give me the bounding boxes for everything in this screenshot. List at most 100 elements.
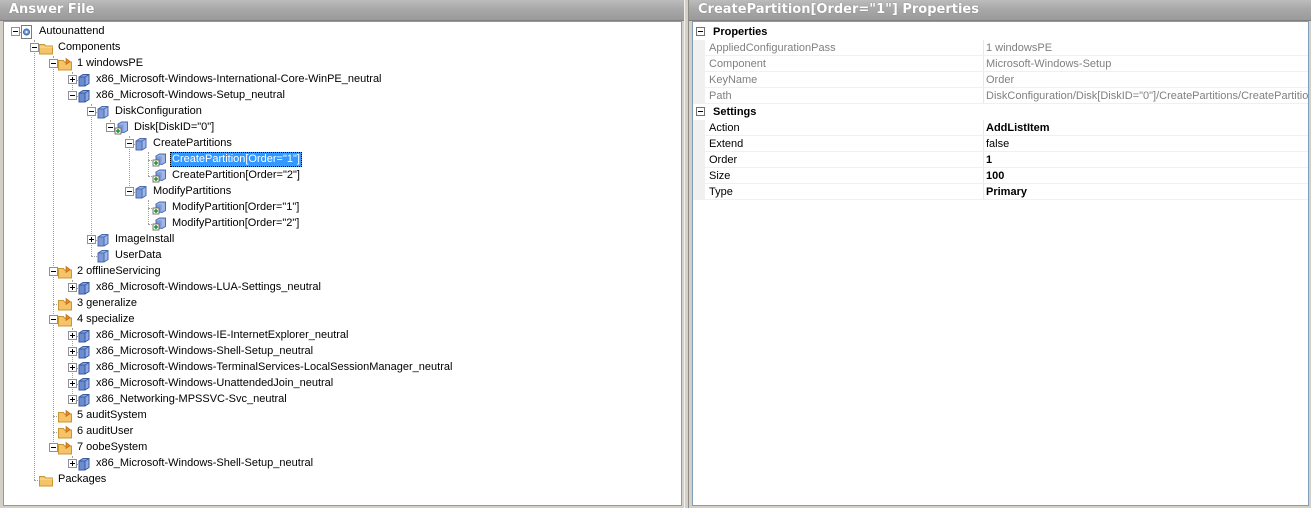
tree-node-label[interactable]: DiskConfiguration [113, 104, 204, 119]
tree-node-label[interactable]: x86_Microsoft-Windows-UnattendedJoin_neu… [94, 376, 335, 391]
tree-node-label[interactable]: 7 oobeSystem [75, 440, 149, 455]
property-gutter [693, 72, 705, 88]
category-label: Properties [713, 26, 768, 38]
tree-connector-line [53, 56, 54, 448]
category-label: Settings [713, 106, 757, 118]
component-icon [76, 328, 92, 344]
tree-node-label[interactable]: x86_Microsoft-Windows-TerminalServices-L… [94, 360, 454, 375]
component-icon [76, 280, 92, 296]
tree-node-label[interactable]: x86_Microsoft-Windows-Shell-Setup_neutra… [94, 456, 315, 471]
tree-node-label[interactable]: CreatePartition[Order="1"] [170, 152, 302, 167]
answer-file-tree[interactable]: Autounattend Components 1 windowsPE x86_Mic… [4, 22, 681, 505]
tree-node-label[interactable]: 6 auditUser [75, 424, 135, 439]
property-row-action[interactable]: Action AddListItem [693, 120, 1308, 136]
tree-node-label[interactable]: UserData [113, 248, 163, 263]
tree-connector-line [91, 104, 92, 256]
tree-node-label[interactable]: Autounattend [37, 24, 106, 39]
property-row-keyname[interactable]: KeyName Order [693, 72, 1308, 88]
tree-node-label[interactable]: ModifyPartition[Order="1"] [170, 200, 301, 215]
property-column-separator[interactable] [983, 40, 984, 56]
property-name: Action [709, 122, 740, 134]
property-column-separator[interactable] [983, 56, 984, 72]
tree-connector-line [148, 152, 149, 176]
tree-node-label[interactable]: Disk[DiskID="0"] [132, 120, 216, 135]
collapse-minus-icon[interactable] [696, 107, 705, 116]
answer-file-tree-container[interactable]: Autounattend Components 1 windowsPE x86_Mic… [3, 21, 682, 506]
property-name: Path [709, 90, 732, 102]
setting-icon [95, 232, 111, 248]
property-row-path[interactable]: Path DiskConfiguration/Disk[DiskID="0"]/C… [693, 88, 1308, 104]
property-column-separator[interactable] [983, 120, 984, 136]
property-name: Extend [709, 138, 744, 150]
property-name: AppliedConfigurationPass [709, 42, 836, 54]
answer-file-title: Answer File [0, 0, 684, 21]
tree-connector-line [148, 200, 149, 224]
property-grid-container[interactable]: Properties AppliedConfigurationPass 1 wind… [692, 21, 1309, 506]
property-row-appliedconfigurationpass[interactable]: AppliedConfigurationPass 1 windowsPE [693, 40, 1308, 56]
pass-folder-icon [57, 312, 73, 328]
property-gutter [693, 40, 705, 56]
folder-icon [38, 472, 54, 488]
property-gutter [693, 88, 705, 104]
pass-folder-icon [57, 408, 73, 424]
property-gutter [693, 152, 705, 168]
property-value[interactable]: false [986, 136, 1308, 151]
property-row-extend[interactable]: Extend false [693, 136, 1308, 152]
pass-folder-icon [57, 56, 73, 72]
property-column-separator[interactable] [983, 152, 984, 168]
setting-icon [95, 104, 111, 120]
tree-node-label[interactable]: 1 windowsPE [75, 56, 145, 71]
list-item-icon [152, 152, 168, 168]
properties-title: CreatePartition[Order="1"] Properties [689, 0, 1311, 21]
property-row-order[interactable]: Order 1 [693, 152, 1308, 168]
property-name: Order [709, 154, 738, 166]
component-icon [76, 456, 92, 472]
property-column-separator[interactable] [983, 184, 984, 200]
property-value[interactable]: 1 [986, 152, 1308, 167]
property-gutter [693, 120, 705, 136]
tree-node-label[interactable]: 3 generalize [75, 296, 139, 311]
tree-node-label[interactable]: Packages [56, 472, 108, 487]
property-column-separator[interactable] [983, 136, 984, 152]
pass-folder-icon [57, 296, 73, 312]
collapse-minus-icon[interactable] [696, 27, 705, 36]
tree-node-label[interactable]: x86_Microsoft-Windows-International-Core… [94, 72, 384, 87]
tree-node-label[interactable]: CreatePartition[Order="2"] [170, 168, 302, 183]
property-grid[interactable]: Properties AppliedConfigurationPass 1 wind… [693, 22, 1308, 505]
tree-node-label[interactable]: ModifyPartitions [151, 184, 233, 199]
tree-node-label[interactable]: ImageInstall [113, 232, 176, 247]
pass-folder-icon [57, 264, 73, 280]
setting-icon [133, 184, 149, 200]
category-properties[interactable]: Properties [693, 24, 1308, 40]
property-row-type[interactable]: Type Primary [693, 184, 1308, 200]
component-icon [76, 360, 92, 376]
setting-icon [95, 248, 111, 264]
tree-node-label[interactable]: x86_Microsoft-Windows-LUA-Settings_neutr… [94, 280, 323, 295]
property-value[interactable]: 100 [986, 168, 1308, 183]
tree-node-label[interactable]: x86_Microsoft-Windows-Shell-Setup_neutra… [94, 344, 315, 359]
tree-node-label[interactable]: 4 specialize [75, 312, 136, 327]
component-icon [76, 88, 92, 104]
list-item-icon [152, 168, 168, 184]
tree-node-label[interactable]: CreatePartitions [151, 136, 234, 151]
category-settings[interactable]: Settings [693, 104, 1308, 120]
tree-node-label[interactable]: ModifyPartition[Order="2"] [170, 216, 301, 231]
property-value[interactable]: Primary [986, 184, 1308, 199]
property-gutter [693, 136, 705, 152]
property-column-separator[interactable] [983, 72, 984, 88]
property-value: Order [986, 74, 1015, 86]
tree-node-label[interactable]: 5 auditSystem [75, 408, 149, 423]
property-row-component[interactable]: Component Microsoft-Windows-Setup [693, 56, 1308, 72]
tree-node-label[interactable]: x86_Microsoft-Windows-Setup_neutral [94, 88, 287, 103]
folder-icon [38, 40, 54, 56]
tree-node-label[interactable]: 2 offlineServicing [75, 264, 163, 279]
tree-node-label[interactable]: x86_Microsoft-Windows-IE-InternetExplore… [94, 328, 351, 343]
property-row-size[interactable]: Size 100 [693, 168, 1308, 184]
property-value[interactable]: AddListItem [986, 120, 1308, 135]
property-column-separator[interactable] [983, 88, 984, 104]
property-column-separator[interactable] [983, 168, 984, 184]
property-name: KeyName [709, 74, 758, 86]
tree-node-label[interactable]: x86_Networking-MPSSVC-Svc_neutral [94, 392, 289, 407]
answer-file-icon [19, 24, 35, 40]
tree-node-label[interactable]: Components [56, 40, 122, 55]
